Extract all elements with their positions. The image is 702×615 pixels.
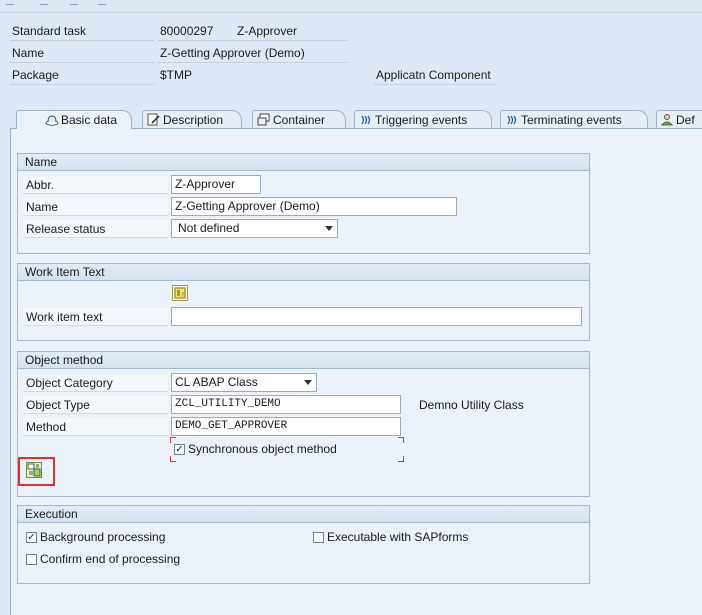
divider bbox=[374, 84, 496, 85]
abbr-label: Abbr. bbox=[23, 176, 168, 194]
focus-indicator bbox=[170, 437, 176, 443]
group-title: Name bbox=[18, 154, 589, 171]
create-method-button[interactable] bbox=[26, 462, 42, 478]
task-number: 80000297 bbox=[160, 24, 214, 38]
release-status-label: Release status bbox=[23, 220, 168, 238]
sapforms-checkbox[interactable] bbox=[313, 532, 324, 543]
abbr-input[interactable]: Z-Approver bbox=[171, 175, 261, 194]
divider bbox=[10, 84, 155, 85]
focus-indicator bbox=[398, 456, 404, 462]
tab-terminating-events[interactable]: Terminating events bbox=[500, 110, 648, 128]
background-processing-label: Background processing bbox=[40, 530, 166, 544]
method-label: Method bbox=[23, 418, 168, 436]
tab-label: Description bbox=[163, 113, 224, 127]
group-title: Object method bbox=[18, 352, 589, 369]
standard-task-label: Standard task bbox=[12, 24, 87, 38]
object-type-input[interactable]: ZCL_UTILITY_DEMO bbox=[171, 395, 401, 414]
divider bbox=[10, 62, 155, 63]
tab-label: Basic data bbox=[61, 113, 118, 127]
tab-description[interactable]: Description bbox=[142, 110, 242, 128]
tab-label: Def bbox=[676, 113, 695, 127]
task-name: Z-Getting Approver (Demo) bbox=[160, 46, 305, 60]
tab-label: Container bbox=[273, 113, 326, 127]
agent-icon bbox=[660, 113, 674, 128]
synchronous-checkbox[interactable]: ✓ bbox=[174, 444, 185, 455]
object-type-label: Object Type bbox=[23, 396, 168, 414]
group-title: Work Item Text bbox=[18, 264, 589, 281]
tab-label: Terminating events bbox=[521, 113, 622, 127]
object-type-description: Demno Utility Class bbox=[419, 398, 524, 412]
work-item-text-label: Work item text bbox=[23, 308, 168, 326]
tab-container[interactable]: Container bbox=[252, 110, 346, 128]
divider bbox=[10, 40, 155, 41]
app-component-label: Applicatn Component bbox=[376, 68, 491, 82]
focus-indicator bbox=[398, 437, 404, 443]
divider bbox=[158, 40, 348, 41]
task-abbreviation: Z-Approver bbox=[237, 24, 298, 38]
tab-basic-data[interactable]: Basic data bbox=[16, 110, 132, 129]
hat-icon bbox=[45, 113, 59, 129]
confirm-end-label: Confirm end of processing bbox=[40, 552, 181, 566]
toolbar-button-icon[interactable] bbox=[98, 0, 106, 5]
package-value: $TMP bbox=[160, 68, 193, 82]
name-input[interactable]: Z-Getting Approver (Demo) bbox=[171, 197, 457, 216]
container-icon bbox=[257, 113, 271, 128]
svg-text:?: ? bbox=[181, 292, 184, 299]
work-item-text-input[interactable] bbox=[171, 307, 582, 326]
toolbar-button-icon[interactable] bbox=[40, 0, 48, 5]
background-processing-checkbox[interactable]: ✓ bbox=[26, 532, 37, 543]
execution-group: Execution bbox=[17, 505, 590, 584]
release-status-value: Not defined bbox=[178, 221, 240, 235]
object-category-value: CL ABAP Class bbox=[175, 375, 258, 389]
work-item-text-group: Work Item Text bbox=[17, 263, 590, 341]
release-status-select[interactable]: Not defined bbox=[171, 219, 338, 238]
method-input[interactable]: DEMO_GET_APPROVER bbox=[171, 417, 401, 436]
method-table-icon bbox=[27, 463, 41, 477]
object-category-select[interactable]: CL ABAP Class bbox=[171, 373, 317, 392]
check-mark-icon: ✓ bbox=[175, 444, 184, 455]
group-title: Execution bbox=[18, 506, 589, 523]
package-label: Package bbox=[12, 68, 59, 82]
chevron-down-icon bbox=[304, 380, 312, 385]
event-waves-icon bbox=[505, 113, 519, 128]
application-toolbar bbox=[0, 0, 702, 13]
event-waves-icon bbox=[359, 113, 373, 128]
focus-indicator bbox=[170, 456, 176, 462]
name-label: Name bbox=[12, 46, 45, 60]
insert-variable-icon[interactable]: ? bbox=[172, 285, 188, 301]
toolbar-button-icon[interactable] bbox=[6, 0, 14, 5]
check-mark-icon: ✓ bbox=[27, 532, 36, 543]
object-category-label: Object Category bbox=[23, 374, 168, 392]
divider bbox=[158, 62, 348, 63]
document-pen-icon bbox=[147, 113, 161, 128]
tab-triggering-events[interactable]: Triggering events bbox=[354, 110, 492, 128]
tab-label: Triggering events bbox=[375, 113, 468, 127]
synchronous-label: Synchronous object method bbox=[188, 442, 337, 456]
toolbar-button-icon[interactable] bbox=[70, 0, 78, 5]
name-field-label: Name bbox=[23, 198, 168, 216]
confirm-end-checkbox[interactable] bbox=[26, 554, 37, 565]
sapforms-label: Executable with SAPforms bbox=[327, 530, 469, 544]
chevron-down-icon bbox=[325, 226, 333, 231]
tab-default-rules[interactable]: Def bbox=[656, 110, 702, 128]
